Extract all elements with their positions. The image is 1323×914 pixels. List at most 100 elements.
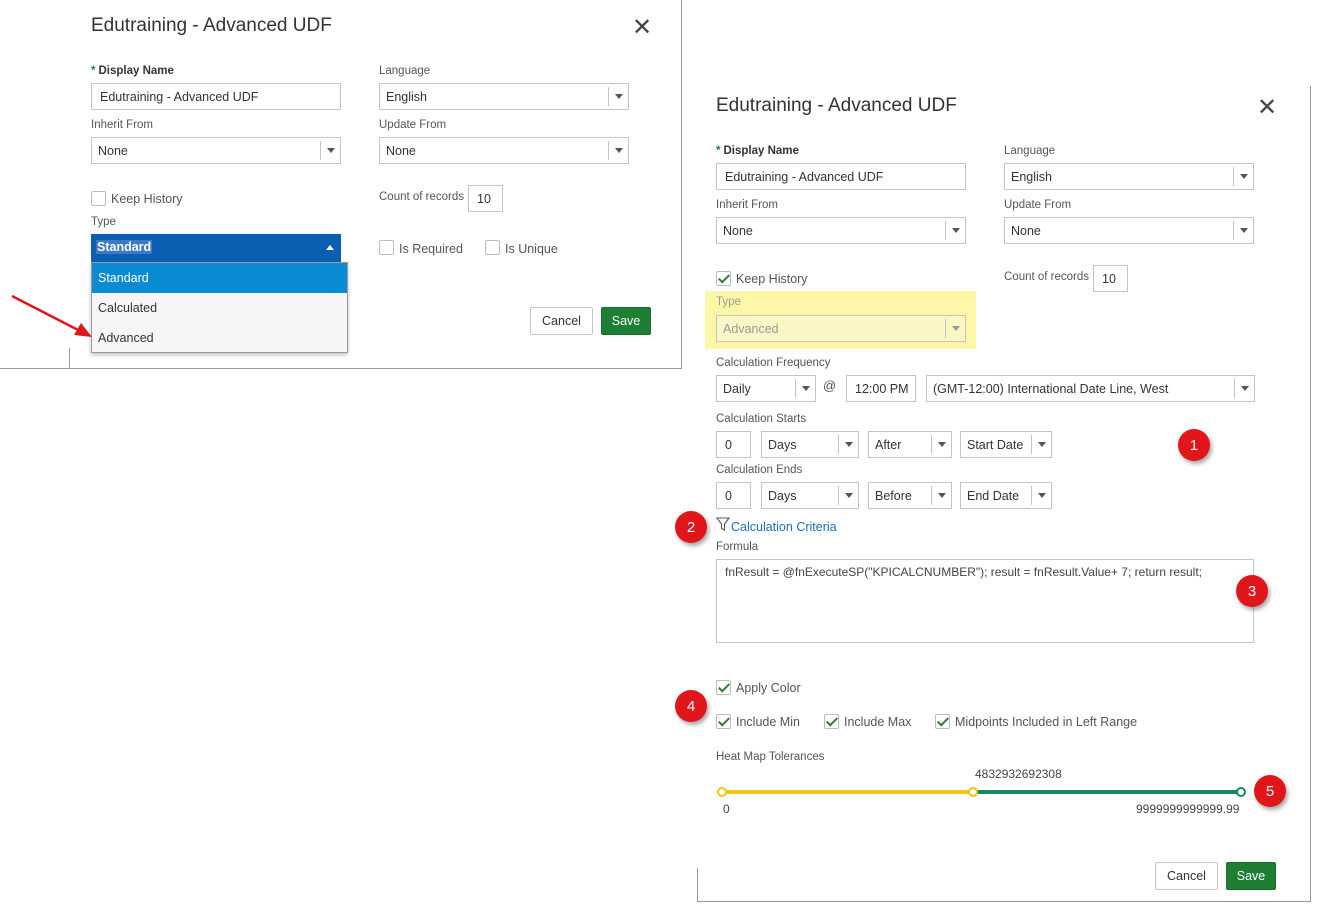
count-of-records-input[interactable]: 10 xyxy=(468,185,503,212)
save-button[interactable]: Save xyxy=(601,307,651,335)
keep-history-label: Keep History xyxy=(111,192,183,206)
starts-unit-select[interactable]: Days xyxy=(761,431,859,458)
starts-relation-select[interactable]: After xyxy=(868,431,952,458)
heatmap-mid-value: 4832932692308 xyxy=(975,767,1062,781)
update-from-label: Update From xyxy=(1004,199,1072,211)
type-option-calculated[interactable]: Calculated xyxy=(92,293,347,323)
keep-history-checkbox[interactable] xyxy=(91,191,106,206)
chevron-down-icon xyxy=(931,435,951,454)
red-arrow-icon xyxy=(11,294,92,337)
dialog-edge xyxy=(697,868,698,902)
close-icon[interactable]: ✕ xyxy=(1257,96,1277,120)
display-name-input[interactable]: Edutraining - Advanced UDF xyxy=(91,83,341,110)
is-unique-checkbox[interactable] xyxy=(485,240,500,255)
annotation-badge-2: 2 xyxy=(675,511,707,543)
update-from-value: None xyxy=(386,143,416,158)
annotation-badge-1: 1 xyxy=(1178,429,1210,461)
type-label: Type xyxy=(91,216,116,228)
annotation-badge-5: 5 xyxy=(1254,775,1286,807)
formula-label: Formula xyxy=(716,541,759,553)
type-select[interactable]: Advanced xyxy=(716,315,966,342)
cancel-button[interactable]: Cancel xyxy=(1155,862,1218,890)
display-name-input[interactable]: Edutraining - Advanced UDF xyxy=(716,163,966,190)
type-value: Advanced xyxy=(723,321,779,336)
frequency-value: Daily xyxy=(723,381,751,396)
ends-unit-select[interactable]: Days xyxy=(761,482,859,509)
include-min-checkbox[interactable] xyxy=(716,714,731,729)
ends-relation-value: Before xyxy=(875,488,912,503)
starts-reference-value: Start Date xyxy=(967,437,1024,452)
chevron-down-icon xyxy=(320,141,340,160)
annotation-badge-3: 3 xyxy=(1236,575,1268,607)
language-label: Language xyxy=(379,65,431,77)
count-of-records-input[interactable]: 10 xyxy=(1093,265,1128,292)
save-button[interactable]: Save xyxy=(1226,862,1276,890)
chevron-down-icon xyxy=(795,379,815,398)
formula-textarea[interactable]: fnResult = @fnExecuteSP("KPICALCNUMBER")… xyxy=(716,559,1254,643)
filter-icon[interactable] xyxy=(716,517,730,532)
heatmap-mid-handle[interactable] xyxy=(968,787,978,797)
heatmap-max-handle[interactable] xyxy=(1236,787,1246,797)
heat-map-tolerances-label: Heat Map Tolerances xyxy=(716,751,825,763)
heatmap-max-value: 9999999999999.99 xyxy=(1136,802,1240,816)
language-value: English xyxy=(386,89,427,104)
include-max-checkbox[interactable] xyxy=(824,714,839,729)
dialog-edge xyxy=(69,348,70,369)
inherit-from-select[interactable]: None xyxy=(716,217,966,244)
keep-history-checkbox[interactable] xyxy=(716,271,731,286)
chevron-down-icon xyxy=(1233,221,1253,240)
inherit-from-label: Inherit From xyxy=(91,119,153,131)
ends-relation-select[interactable]: Before xyxy=(868,482,952,509)
type-dropdown-list: Standard Calculated Advanced xyxy=(91,262,348,353)
type-value: Standard xyxy=(96,240,153,254)
heatmap-min-handle[interactable] xyxy=(717,787,727,797)
time-input[interactable]: 12:00 PM xyxy=(846,375,916,402)
ends-unit-value: Days xyxy=(768,488,797,503)
inherit-from-value: None xyxy=(723,223,753,238)
language-select[interactable]: English xyxy=(1004,163,1254,190)
timezone-select[interactable]: (GMT-12:00) International Date Line, Wes… xyxy=(926,375,1255,402)
starts-relation-value: After xyxy=(875,437,902,452)
display-name-label: * Display Name xyxy=(716,145,799,157)
ends-number-input[interactable]: 0 xyxy=(716,482,751,509)
cancel-button[interactable]: Cancel xyxy=(530,307,593,335)
apply-color-checkbox[interactable] xyxy=(716,680,731,695)
is-required-label: Is Required xyxy=(399,242,463,256)
timezone-value: (GMT-12:00) International Date Line, Wes… xyxy=(933,381,1169,396)
count-of-records-label: Count of records xyxy=(379,191,465,203)
keep-history-label: Keep History xyxy=(736,272,808,286)
type-option-advanced[interactable]: Advanced xyxy=(92,323,347,353)
chevron-down-icon xyxy=(931,486,951,505)
calculation-ends-label: Calculation Ends xyxy=(716,464,803,476)
starts-number-input[interactable]: 0 xyxy=(716,431,751,458)
ends-reference-select[interactable]: End Date xyxy=(960,482,1052,509)
calculation-starts-label: Calculation Starts xyxy=(716,413,807,425)
update-from-value: None xyxy=(1011,223,1041,238)
inherit-from-value: None xyxy=(98,143,128,158)
type-select[interactable]: Standard xyxy=(91,234,341,262)
type-option-standard[interactable]: Standard xyxy=(92,263,347,293)
ends-reference-value: End Date xyxy=(967,488,1020,503)
starts-unit-value: Days xyxy=(768,437,797,452)
display-name-label: * Display Name xyxy=(91,65,174,77)
chevron-down-icon xyxy=(1031,435,1051,454)
midpoints-checkbox[interactable] xyxy=(935,714,950,729)
frequency-select[interactable]: Daily xyxy=(716,375,816,402)
starts-reference-select[interactable]: Start Date xyxy=(960,431,1052,458)
close-icon[interactable]: ✕ xyxy=(632,16,652,40)
chevron-down-icon xyxy=(838,486,858,505)
dialog-title: Edutraining - Advanced UDF xyxy=(91,15,332,36)
language-label: Language xyxy=(1004,145,1056,157)
midpoints-label: Midpoints Included in Left Range xyxy=(955,715,1138,729)
include-max-label: Include Max xyxy=(844,715,912,729)
update-from-select[interactable]: None xyxy=(1004,217,1254,244)
language-select[interactable]: English xyxy=(379,83,629,110)
inherit-from-select[interactable]: None xyxy=(91,137,341,164)
include-min-label: Include Min xyxy=(736,715,800,729)
is-required-checkbox[interactable] xyxy=(379,240,394,255)
count-of-records-label: Count of records xyxy=(1004,271,1090,283)
update-from-select[interactable]: None xyxy=(379,137,629,164)
calculation-criteria-link[interactable]: Calculation Criteria xyxy=(731,520,837,534)
chevron-up-icon xyxy=(326,245,334,250)
heatmap-min-value: 0 xyxy=(723,802,730,816)
